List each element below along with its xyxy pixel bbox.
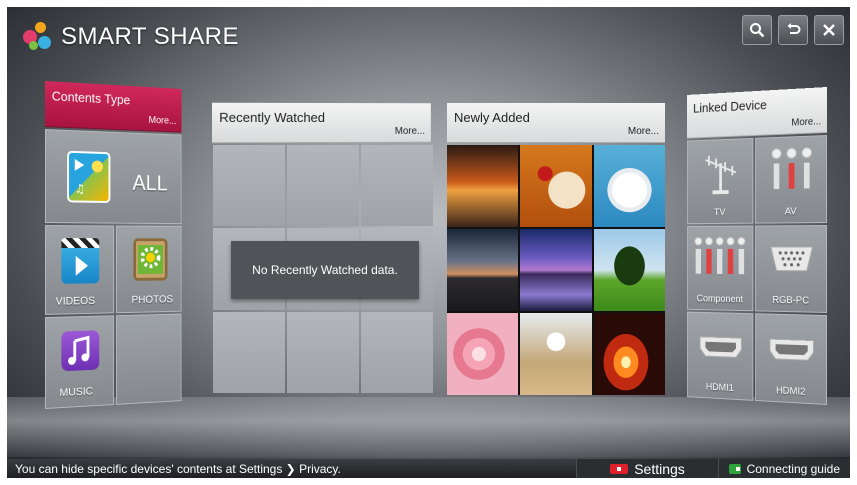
empty-slot <box>361 145 433 227</box>
red-key-icon <box>610 463 629 474</box>
device-av-label: AV <box>784 206 797 218</box>
top-buttons <box>742 15 844 45</box>
content-music-label: MUSIC <box>59 385 94 400</box>
device-component-label: Component <box>696 293 744 306</box>
empty-slot <box>213 145 285 227</box>
antenna-icon <box>700 149 741 196</box>
empty-slot <box>287 311 359 393</box>
thumbnail-dog-with-rose[interactable] <box>520 145 592 227</box>
thumbnail-pink-rose[interactable] <box>447 313 519 395</box>
smart-share-logo <box>23 22 53 52</box>
device-tv-tile[interactable]: TV <box>686 137 754 225</box>
thumbnail-city-skyline[interactable] <box>447 229 519 311</box>
hdmi-port-icon <box>768 336 815 363</box>
recently-watched-header[interactable]: Recently Watched More... <box>212 102 431 144</box>
newly-added-panel: Newly Added More... <box>447 103 665 395</box>
app-header: SMART SHARE <box>23 17 239 57</box>
thumbnail-white-kitten[interactable] <box>593 145 665 227</box>
green-key-icon <box>729 463 741 474</box>
smart-share-screen: SMART SHARE Contents Type More... ♫ ALL <box>7 7 850 478</box>
content-videos-tile[interactable]: VIDEOS <box>45 225 115 315</box>
content-videos-label: VIDEOS <box>55 295 96 308</box>
hdmi-port-icon <box>698 334 743 361</box>
newly-added-more-link[interactable]: More... <box>628 126 659 137</box>
device-hdmi2-tile[interactable]: HDMI2 <box>755 313 827 405</box>
privacy-hint: You can hide specific devices' contents … <box>15 461 341 476</box>
device-component-tile[interactable]: Component <box>686 225 754 312</box>
vga-port-icon <box>769 244 814 274</box>
no-data-message: No Recently Watched data. <box>231 241 419 299</box>
content-photos-label: PHOTOS <box>131 293 174 307</box>
settings-button[interactable]: Settings <box>576 459 718 478</box>
recently-watched-more-link[interactable]: More... <box>395 126 425 137</box>
reflective-floor <box>7 397 850 457</box>
empty-slot <box>287 145 359 227</box>
linked-device-header[interactable]: Linked Device More... <box>686 87 827 139</box>
contents-type-more-link[interactable]: More... <box>149 115 177 127</box>
device-av-tile[interactable]: AV <box>755 135 827 224</box>
content-all-label: ALL <box>132 170 168 196</box>
search-icon <box>750 23 765 38</box>
videos-icon <box>61 238 100 284</box>
device-rgb-pc-tile[interactable]: RGB-PC <box>755 225 827 313</box>
contents-type-header[interactable]: Contents Type More... <box>45 81 182 133</box>
device-tv-label: TV <box>713 207 726 219</box>
music-icon <box>61 330 100 372</box>
connecting-guide-label: Connecting guide <box>746 461 840 476</box>
empty-slot <box>213 311 285 393</box>
thumbnail-dandelion[interactable] <box>520 313 592 395</box>
device-hdmi2-label: HDMI2 <box>775 385 806 398</box>
bottom-bar: You can hide specific devices' contents … <box>7 459 850 478</box>
content-all-tile[interactable]: ♫ ALL <box>45 129 182 225</box>
empty-slot <box>361 311 433 393</box>
newly-added-header[interactable]: Newly Added More... <box>447 103 665 143</box>
close-icon <box>823 24 835 36</box>
photos-icon <box>133 238 168 281</box>
thumbnail-green-tree[interactable] <box>593 229 665 311</box>
recently-watched-panel: Recently Watched More... No Recently Wat… <box>212 102 433 395</box>
close-button[interactable] <box>814 15 844 45</box>
thumbnail-purple-sky-lake[interactable] <box>520 229 592 311</box>
thumbnail-lava-glow[interactable] <box>593 313 665 395</box>
content-empty-tile <box>115 313 182 405</box>
svg-text:♫: ♫ <box>75 182 85 196</box>
content-music-tile[interactable]: MUSIC <box>45 315 115 409</box>
contents-type-title: Contents Type <box>51 88 131 108</box>
device-hdmi1-label: HDMI1 <box>705 381 734 394</box>
av-cable-icon <box>769 144 814 190</box>
device-rgb-pc-label: RGB-PC <box>772 295 810 307</box>
app-title: SMART SHARE <box>61 23 239 50</box>
back-icon <box>787 23 801 34</box>
linked-device-title: Linked Device <box>693 97 767 116</box>
newly-added-grid <box>447 145 665 395</box>
contents-type-panel: Contents Type More... ♫ ALL VIDEOS PHOTO… <box>45 81 182 411</box>
settings-label: Settings <box>634 460 685 477</box>
linked-device-panel: Linked Device More... TV AV Component RG… <box>686 87 827 407</box>
search-button[interactable] <box>742 15 772 45</box>
recently-watched-title: Recently Watched <box>219 109 326 126</box>
device-hdmi1-tile[interactable]: HDMI1 <box>686 311 754 401</box>
all-content-icon: ♫ <box>67 150 111 204</box>
connecting-guide-button[interactable]: Connecting guide <box>718 459 850 478</box>
linked-device-more-link[interactable]: More... <box>791 116 821 128</box>
content-photos-tile[interactable]: PHOTOS <box>115 225 182 314</box>
thumbnail-sunset-lake[interactable] <box>447 145 519 227</box>
newly-added-title: Newly Added <box>454 110 530 125</box>
back-button[interactable] <box>778 15 808 45</box>
component-cable-icon <box>693 234 749 275</box>
